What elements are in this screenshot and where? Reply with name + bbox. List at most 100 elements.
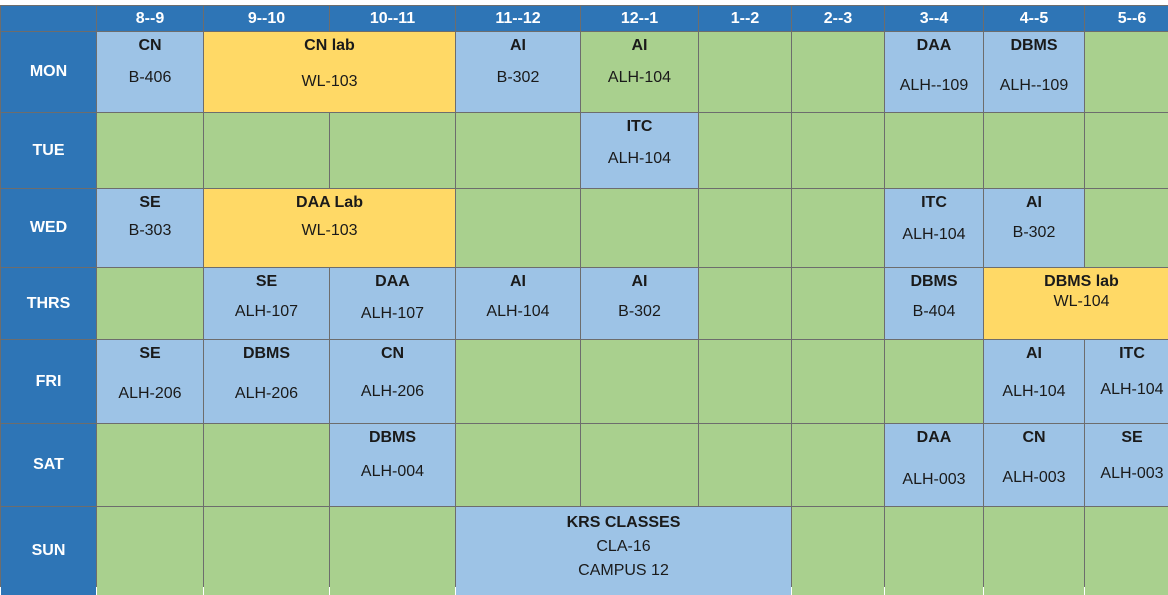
room-number: ALH-104 bbox=[607, 69, 672, 86]
room-number: B-303 bbox=[128, 222, 172, 239]
time-header: 2--3 bbox=[792, 6, 884, 31]
free-slot bbox=[699, 32, 791, 112]
free-slot bbox=[792, 113, 884, 188]
free-slot bbox=[792, 340, 884, 423]
lab-cell[interactable]: DAA Lab WL-103 bbox=[204, 189, 455, 267]
time-header: 11--12 bbox=[456, 6, 580, 31]
free-slot bbox=[97, 507, 203, 595]
time-header: 9--10 bbox=[204, 6, 329, 31]
class-cell[interactable]: AI B-302 bbox=[581, 268, 698, 339]
room-number: CLA-16 bbox=[596, 538, 651, 555]
class-cell[interactable]: AI B-302 bbox=[984, 189, 1084, 267]
class-cell[interactable]: ITC ALH-104 bbox=[581, 113, 698, 188]
room-number: ALH-004 bbox=[360, 463, 425, 480]
class-cell[interactable]: DAA ALH-107 bbox=[330, 268, 455, 339]
subject-name: CN bbox=[380, 345, 405, 362]
free-slot bbox=[204, 507, 329, 595]
class-cell[interactable]: AI ALH-104 bbox=[581, 32, 698, 112]
free-slot bbox=[885, 113, 983, 188]
subject-name: CN bbox=[138, 37, 162, 54]
class-cell[interactable]: CN ALH-003 bbox=[984, 424, 1084, 506]
class-cell[interactable]: AI ALH-104 bbox=[984, 340, 1084, 423]
room-number: B-406 bbox=[128, 69, 172, 86]
day-label: SAT bbox=[1, 424, 96, 506]
free-slot bbox=[885, 507, 983, 595]
free-slot bbox=[792, 507, 884, 595]
class-cell[interactable]: CN ALH-206 bbox=[330, 340, 455, 423]
day-label: SUN bbox=[1, 507, 96, 595]
class-cell[interactable]: AI ALH-104 bbox=[456, 268, 580, 339]
room-number: ALH-206 bbox=[234, 385, 299, 402]
class-cell[interactable]: SE B-303 bbox=[97, 189, 203, 267]
corner-cell bbox=[1, 6, 96, 31]
subject-name: DBMS bbox=[242, 345, 291, 362]
free-slot bbox=[885, 340, 983, 423]
free-slot bbox=[204, 424, 329, 506]
subject-name: CN bbox=[1022, 429, 1046, 446]
room-number: ALH-104 bbox=[1002, 383, 1066, 400]
free-slot bbox=[330, 507, 455, 595]
room-number: ALH-104 bbox=[607, 150, 672, 167]
free-slot bbox=[456, 113, 580, 188]
room-number: ALH-104 bbox=[1100, 381, 1164, 398]
class-cell[interactable]: DBMS ALH-206 bbox=[204, 340, 329, 423]
free-slot bbox=[984, 113, 1084, 188]
time-header: 12--1 bbox=[581, 6, 698, 31]
room-number: ALH-107 bbox=[360, 305, 425, 322]
krs-classes-cell[interactable]: KRS CLASSES CLA-16 CAMPUS 12 bbox=[456, 507, 791, 595]
subject-name: DBMS bbox=[910, 273, 958, 290]
free-slot bbox=[792, 424, 884, 506]
subject-name: DAA bbox=[916, 429, 952, 446]
free-slot bbox=[330, 113, 455, 188]
subject-name: SE bbox=[139, 194, 161, 211]
free-slot bbox=[1085, 507, 1168, 595]
class-cell[interactable]: CN B-406 bbox=[97, 32, 203, 112]
subject-name: KRS CLASSES bbox=[566, 514, 681, 531]
room-number: ALH-104 bbox=[902, 226, 966, 243]
room-number: WL-103 bbox=[301, 73, 358, 90]
room-number: B-302 bbox=[496, 69, 540, 86]
subject-name: SE bbox=[139, 345, 161, 362]
subject-name: AI bbox=[510, 273, 526, 290]
room-number: B-302 bbox=[618, 303, 661, 320]
timetable-grid: 8--9 9--10 10--11 11--12 12--1 1--2 2--3… bbox=[0, 5, 1168, 595]
time-header: 10--11 bbox=[330, 6, 455, 31]
free-slot bbox=[97, 424, 203, 506]
class-cell[interactable]: DBMS B-404 bbox=[885, 268, 983, 339]
subject-name: CN lab bbox=[304, 37, 355, 54]
room-number: ALH-003 bbox=[902, 471, 966, 488]
free-slot bbox=[699, 189, 791, 267]
room-number: ALH-107 bbox=[234, 303, 299, 320]
class-cell[interactable]: DBMS ALH-004 bbox=[330, 424, 455, 506]
class-cell[interactable]: DAA ALH-003 bbox=[885, 424, 983, 506]
class-cell[interactable]: SE ALH-003 bbox=[1085, 424, 1168, 506]
subject-name: AI bbox=[631, 37, 648, 54]
lab-cell[interactable]: DBMS lab WL-104 bbox=[984, 268, 1168, 339]
time-header: 1--2 bbox=[699, 6, 791, 31]
class-cell[interactable]: SE ALH-107 bbox=[204, 268, 329, 339]
subject-name: DBMS bbox=[1010, 37, 1058, 54]
time-header: 4--5 bbox=[984, 6, 1084, 31]
class-cell[interactable]: SE ALH-206 bbox=[97, 340, 203, 423]
free-slot bbox=[1085, 32, 1168, 112]
class-cell[interactable]: DBMS ALH--109 bbox=[984, 32, 1084, 112]
day-label: MON bbox=[1, 32, 96, 112]
day-label: FRI bbox=[1, 340, 96, 423]
class-cell[interactable]: DAA ALH--109 bbox=[885, 32, 983, 112]
room-number: ALH-003 bbox=[1100, 465, 1164, 482]
room-number: ALH-104 bbox=[486, 303, 550, 320]
class-cell[interactable]: AI B-302 bbox=[456, 32, 580, 112]
campus-label: CAMPUS 12 bbox=[578, 562, 669, 579]
day-label: TUE bbox=[1, 113, 96, 188]
free-slot bbox=[581, 340, 698, 423]
lab-cell[interactable]: CN lab WL-103 bbox=[204, 32, 455, 112]
class-cell[interactable]: ITC ALH-104 bbox=[885, 189, 983, 267]
time-header: 3--4 bbox=[885, 6, 983, 31]
room-number: ALH--109 bbox=[999, 77, 1069, 94]
subject-name: AI bbox=[510, 37, 526, 54]
class-cell[interactable]: ITC ALH-104 bbox=[1085, 340, 1168, 423]
room-number: B-404 bbox=[912, 303, 956, 320]
free-slot bbox=[792, 268, 884, 339]
free-slot bbox=[456, 189, 580, 267]
free-slot bbox=[456, 424, 580, 506]
